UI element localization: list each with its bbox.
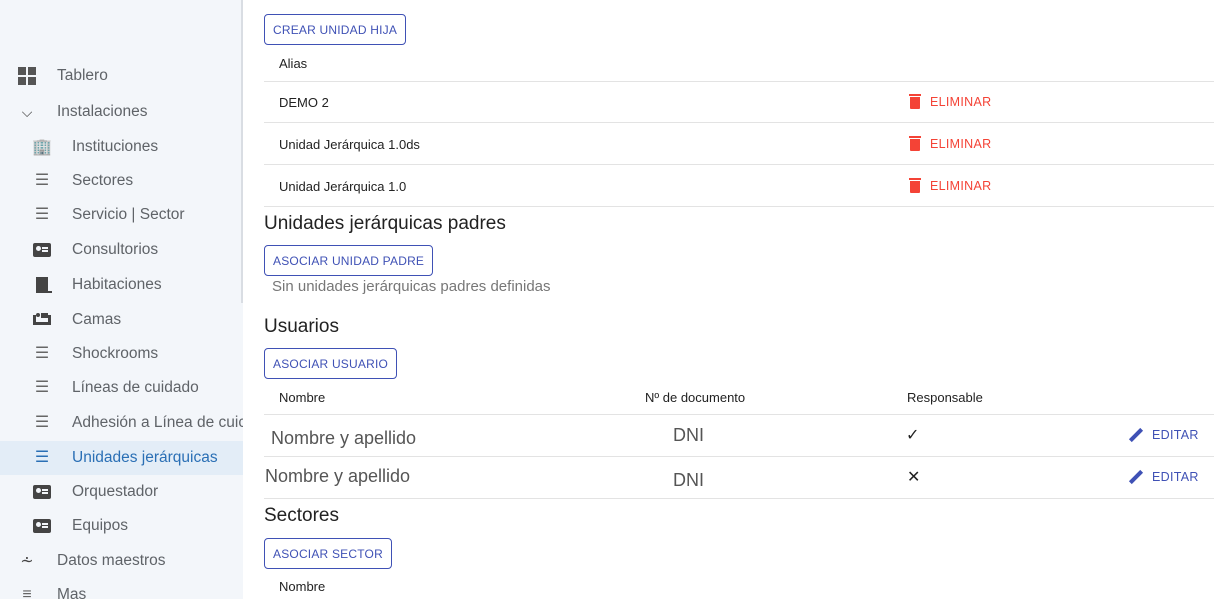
list-icon: ☰ bbox=[34, 449, 50, 466]
sidebar-item-label: Equipos bbox=[72, 517, 129, 534]
door-icon bbox=[33, 276, 52, 294]
sidebar-item-label: Orquestador bbox=[72, 483, 159, 500]
delete-button[interactable]: ELIMINAR bbox=[909, 94, 991, 109]
sidebar-item-unidades-jerarquicas[interactable]: ☰ Unidades jerárquicas bbox=[0, 441, 243, 475]
sidebar-item-sectores[interactable]: ☰ Sectores bbox=[0, 164, 243, 198]
edit-button[interactable]: EDITAR bbox=[1129, 470, 1199, 484]
name-column-header: Nombre bbox=[279, 390, 326, 405]
sidebar-item-adhesion-linea[interactable]: ☰ Adhesión a Línea de cuic bbox=[0, 406, 243, 440]
sidebar-item-label: Consultorios bbox=[72, 241, 159, 258]
sliders-icon: ⩪ bbox=[20, 553, 34, 570]
responsible-column-header: Responsable bbox=[907, 390, 983, 405]
bed-icon bbox=[33, 311, 51, 329]
document-column-header: Nº de documento bbox=[645, 390, 746, 405]
child-unit-alias: Unidad Jerárquica 1.0ds bbox=[279, 137, 420, 152]
empty-parents-message: Sin unidades jerárquicas padres definida… bbox=[272, 278, 551, 295]
building-icon: 🏢 bbox=[32, 139, 52, 156]
pencil-icon bbox=[1129, 470, 1143, 484]
dashboard-icon bbox=[18, 67, 36, 85]
divider bbox=[264, 122, 1214, 123]
sidebar-item-servicio-sector[interactable]: ☰ Servicio | Sector bbox=[0, 198, 243, 232]
divider bbox=[264, 456, 1214, 457]
sidebar-item-label: Camas bbox=[72, 311, 122, 328]
sidebar-item-label: Shockrooms bbox=[72, 345, 159, 362]
trash-icon bbox=[909, 136, 921, 151]
sidebar-item-camas[interactable]: Camas bbox=[0, 303, 243, 337]
more-list-icon: ≡ bbox=[22, 586, 32, 599]
user-document: DNI bbox=[673, 425, 704, 445]
sidebar-item-lineas-de-cuidado[interactable]: ☰ Líneas de cuidado bbox=[0, 371, 243, 405]
sidebar-item-label: Instalaciones bbox=[57, 103, 148, 120]
delete-button[interactable]: ELIMINAR bbox=[909, 178, 991, 193]
sidebar-item-habitaciones[interactable]: Habitaciones bbox=[0, 268, 243, 302]
sidebar-item-orquestador[interactable]: Orquestador bbox=[0, 475, 243, 509]
edit-button[interactable]: EDITAR bbox=[1129, 428, 1199, 442]
child-unit-alias: Unidad Jerárquica 1.0 bbox=[279, 179, 407, 194]
list-icon: ☰ bbox=[34, 379, 50, 396]
associate-parent-unit-button[interactable]: ASOCIAR UNIDAD PADRE bbox=[264, 245, 434, 276]
sidebar-item-label: Tablero bbox=[57, 67, 108, 84]
contact-card-icon bbox=[33, 517, 51, 535]
contact-card-icon bbox=[33, 483, 51, 501]
not-responsible-icon: ✕ bbox=[907, 469, 921, 486]
responsible-check-icon: ✓ bbox=[906, 427, 920, 444]
sidebar-item-label: Sectores bbox=[72, 172, 134, 189]
list-icon: ☰ bbox=[34, 172, 50, 189]
sidebar-item-consultorios[interactable]: Consultorios bbox=[0, 233, 243, 267]
sidebar-item-mas[interactable]: ≡ Mas bbox=[0, 578, 243, 599]
associate-sector-button[interactable]: ASOCIAR SECTOR bbox=[264, 538, 392, 569]
delete-label: ELIMINAR bbox=[930, 94, 992, 109]
pencil-icon bbox=[1129, 428, 1143, 442]
user-name: Nombre y apellido bbox=[265, 466, 411, 486]
sidebar-item-label: Servicio | Sector bbox=[72, 206, 185, 223]
sidebar-item-shockrooms[interactable]: ☰ Shockrooms bbox=[0, 337, 243, 371]
edit-label: EDITAR bbox=[1152, 428, 1199, 442]
sidebar-item-label: Líneas de cuidado bbox=[72, 379, 199, 396]
chevron-down-icon: ⌵ bbox=[21, 103, 33, 120]
divider bbox=[264, 206, 1214, 207]
users-title: Usuarios bbox=[264, 316, 339, 337]
user-document: DNI bbox=[673, 470, 704, 490]
delete-label: ELIMINAR bbox=[930, 178, 992, 193]
sidebar-item-label: Instituciones bbox=[72, 138, 159, 155]
sidebar-item-label: Habitaciones bbox=[72, 276, 162, 293]
divider bbox=[264, 498, 1214, 499]
sidebar-nav: Tablero ⌵ Instalaciones 🏢 Instituciones … bbox=[0, 0, 243, 599]
sidebar-item-label: Datos maestros bbox=[57, 552, 166, 569]
sidebar-item-instituciones[interactable]: 🏢 Instituciones bbox=[0, 130, 243, 164]
alias-column-header: Alias bbox=[279, 56, 308, 71]
sidebar-item-label: Mas bbox=[57, 586, 87, 599]
list-icon: ☰ bbox=[34, 206, 50, 223]
trash-icon bbox=[909, 178, 921, 193]
sidebar-item-tablero[interactable]: Tablero bbox=[0, 59, 243, 93]
list-icon: ☰ bbox=[34, 414, 50, 431]
associate-user-button[interactable]: ASOCIAR USUARIO bbox=[264, 348, 398, 379]
edit-label: EDITAR bbox=[1152, 470, 1199, 484]
create-child-unit-button[interactable]: CREAR UNIDAD HIJA bbox=[264, 14, 407, 45]
delete-button[interactable]: ELIMINAR bbox=[909, 136, 991, 151]
sidebar-item-label: Adhesión a Línea de cuic bbox=[72, 414, 243, 431]
divider bbox=[264, 81, 1214, 82]
child-unit-alias: DEMO 2 bbox=[279, 95, 329, 110]
contact-card-icon bbox=[33, 241, 51, 259]
divider bbox=[264, 414, 1214, 415]
sidebar-item-equipos[interactable]: Equipos bbox=[0, 509, 243, 543]
sidebar-item-instalaciones[interactable]: ⌵ Instalaciones bbox=[0, 95, 243, 129]
trash-icon bbox=[909, 94, 921, 109]
sidebar-item-datos-maestros[interactable]: ⩪ Datos maestros bbox=[0, 544, 243, 578]
divider bbox=[264, 164, 1214, 165]
sidebar-item-label: Unidades jerárquicas bbox=[72, 449, 218, 466]
user-name: Nombre y apellido bbox=[271, 428, 417, 448]
sectors-title: Sectores bbox=[264, 505, 339, 526]
delete-label: ELIMINAR bbox=[930, 136, 992, 151]
main-content: CREAR UNIDAD HIJA Alias DEMO 2 ELIMINAR … bbox=[243, 0, 1214, 599]
parent-units-title: Unidades jerárquicas padres bbox=[264, 213, 506, 234]
sector-name-column-header: Nombre bbox=[279, 579, 326, 594]
list-icon: ☰ bbox=[34, 345, 50, 362]
